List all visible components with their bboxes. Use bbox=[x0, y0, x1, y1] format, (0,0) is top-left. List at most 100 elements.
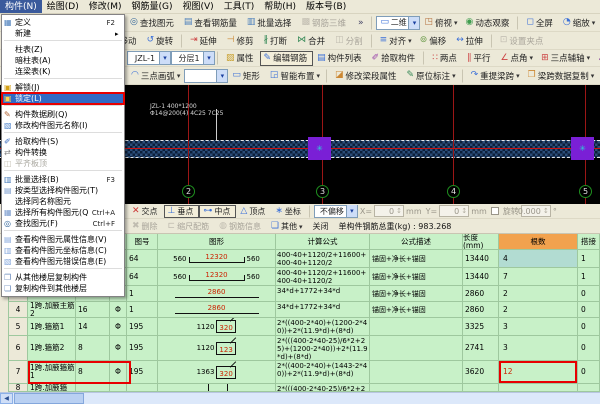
other-button[interactable]: ❏ 其他 bbox=[267, 220, 307, 233]
menubar-item-draw[interactable]: 绘图(D) bbox=[42, 0, 84, 13]
cell-count[interactable]: 3 bbox=[499, 318, 578, 336]
menubar-item-rebar-qty[interactable]: 钢筋量(G) bbox=[127, 0, 178, 13]
perpendicular-snap-button[interactable]: ⊥ 垂点 bbox=[163, 204, 200, 218]
span-data-copy-button[interactable]: ❐ 梁跨数据复制 bbox=[524, 68, 599, 83]
component-list-button[interactable]: ▤ 构件列表 bbox=[313, 51, 368, 66]
menu-item-column-table[interactable]: 柱表(Z) bbox=[2, 44, 124, 55]
close-panel-button[interactable]: 关闭 bbox=[307, 220, 335, 233]
menubar-item-view[interactable]: 视图(V) bbox=[178, 0, 219, 13]
rectangle-button[interactable]: ▭ 矩形 bbox=[228, 68, 266, 83]
menubar-item-version[interactable]: 版本号(B) bbox=[301, 0, 351, 13]
offset-button[interactable]: ⊚ 偏移 bbox=[416, 33, 453, 48]
cell-count[interactable]: 2 bbox=[499, 286, 578, 302]
table-row[interactable]: 8 1跨.加腋箍 2*(((400-2*40-25)/6*2+25)+ bbox=[8, 384, 600, 392]
menu-item-view-properties[interactable]: ▤ 查看构件图元属性信息(V) bbox=[2, 234, 124, 245]
trim-button[interactable]: ⊣ 修剪 bbox=[223, 33, 260, 48]
menu-item-new[interactable]: 新建 bbox=[2, 28, 124, 39]
split-button[interactable]: ◫ 分割 bbox=[331, 33, 369, 48]
rotate-button[interactable]: ↺ 旋转 bbox=[143, 33, 180, 48]
menu-item[interactable] bbox=[4, 268, 122, 271]
rotate-input[interactable]: 0.000 bbox=[518, 205, 551, 217]
scale-rebar-button[interactable]: ⊏ 缩尺配筋 bbox=[164, 220, 216, 233]
three-point-arc-button[interactable]: ◠ 三点画弧 bbox=[127, 68, 184, 83]
scrollbar-thumb[interactable] bbox=[14, 393, 84, 404]
extend-button[interactable]: ⇥ 延伸 bbox=[186, 33, 223, 48]
menu-item[interactable] bbox=[4, 40, 122, 43]
toolbar-button[interactable] bbox=[490, 33, 494, 48]
break-button[interactable]: ∦ 打断 bbox=[260, 33, 294, 48]
view-mode-combo[interactable]: ▭ 二维 bbox=[376, 15, 421, 30]
two-point-axis-button[interactable]: ∷ 两点 bbox=[428, 51, 463, 66]
menubar-item-modify[interactable]: 修改(M) bbox=[84, 0, 127, 13]
menu-item[interactable] bbox=[4, 230, 122, 233]
modify-beam-segment-button[interactable]: ◪ 修改梁段属性 bbox=[331, 68, 403, 83]
toolbar-button[interactable] bbox=[423, 51, 426, 65]
horizontal-scrollbar[interactable]: ◀ bbox=[0, 392, 600, 404]
menu-item-link-beam-table[interactable]: 连梁表(K) bbox=[2, 66, 124, 77]
cell-count[interactable]: 2 bbox=[499, 302, 578, 318]
scroll-left-button[interactable]: ◀ bbox=[0, 393, 13, 404]
snap-button[interactable] bbox=[308, 204, 312, 218]
menu-item-align-slab-top[interactable]: ◫ 平齐板顶 bbox=[2, 158, 124, 169]
set-grip-button[interactable]: ⊡ 设置夹点 bbox=[496, 33, 550, 48]
menubar-item-tools[interactable]: 工具(T) bbox=[219, 0, 260, 13]
menu-item-view-errors[interactable]: ▧ 查看构件图元错误信息(E) bbox=[2, 256, 124, 267]
menubar-item-component[interactable]: 构件(N) bbox=[0, 0, 42, 13]
menu-item-unlock[interactable]: ▣ 解锁(J) bbox=[2, 82, 124, 93]
menu-item-select-same-name[interactable]: 选择同名称图元 bbox=[2, 196, 124, 207]
intersection-snap-button[interactable]: ✕ 交点 bbox=[128, 205, 164, 218]
offset-mode-combo[interactable]: 不偏移 bbox=[313, 204, 358, 218]
cell-count[interactable]: 3 bbox=[499, 336, 578, 361]
dynamic-observe-button[interactable]: ◉ 动态观察 bbox=[462, 15, 516, 30]
menu-item[interactable] bbox=[4, 170, 122, 173]
column-element[interactable]: ✳ bbox=[308, 137, 331, 160]
rebar-info-button[interactable]: ◍ 钢筋信息 bbox=[215, 220, 267, 233]
menu-item-pick-component[interactable]: ✐ 拾取构件(S) bbox=[2, 136, 124, 147]
menu-item-define[interactable]: ▦ 定义 F2 bbox=[2, 17, 124, 28]
edit-rebar-button[interactable]: ✎ 编辑钢筋 bbox=[259, 50, 314, 66]
pick-component-button[interactable]: ✐ 拾取构件 bbox=[368, 51, 422, 66]
toolbar-button[interactable] bbox=[371, 15, 374, 30]
menu-item-rename-element[interactable]: ▧ 修改构件图元名称(I) bbox=[2, 120, 124, 131]
fullscreen-button[interactable]: ◻ 全屏 bbox=[522, 15, 559, 30]
menu-item[interactable] bbox=[4, 78, 122, 81]
menu-item-view-coordinates[interactable]: ▥ 查看构件图元坐标信息(C) bbox=[2, 245, 124, 256]
table-row[interactable]: 7 1跨.加腋箍筋1 8 Φ 195 1363 320 2*((400-2*40… bbox=[8, 361, 600, 384]
point-angle-button[interactable]: ∠ 点角 bbox=[496, 51, 537, 66]
menu-item-batch-select[interactable]: ▥ 批量选择(B) F3 bbox=[2, 174, 124, 185]
axis-bubble[interactable]: 3 bbox=[316, 185, 329, 198]
zoom-button[interactable]: ◔ 缩放 bbox=[559, 15, 599, 30]
menu-item[interactable] bbox=[4, 105, 122, 108]
cell-count[interactable]: 12 bbox=[499, 361, 578, 384]
toolbar-button[interactable] bbox=[517, 15, 520, 30]
axis-bubble[interactable]: 5 bbox=[579, 185, 592, 198]
menu-item-lock[interactable]: ▣ 锁定(L) bbox=[1, 92, 125, 105]
midpoint-snap-button[interactable]: ⊶ 中点 bbox=[199, 204, 237, 218]
cell-count[interactable]: 7 bbox=[499, 268, 578, 286]
delete-rebar-button[interactable]: ✖ 删除 bbox=[128, 220, 164, 233]
smart-layout-button[interactable]: ◲ 智能布置 bbox=[266, 68, 324, 83]
table-row[interactable]: 4 1跨.加腋主筋2 16 Φ 1 2860 34*d+1772+34*d 锚固… bbox=[8, 302, 600, 318]
cell-count[interactable]: 4 bbox=[499, 250, 578, 268]
toolbar-overflow-chevron[interactable]: » bbox=[352, 15, 370, 30]
menu-item-convert[interactable]: ⇄ 构件转换 bbox=[2, 147, 124, 158]
properties-button[interactable]: ▨ 属性 bbox=[222, 51, 260, 66]
toolbar-button[interactable] bbox=[461, 68, 465, 83]
menu-item-copy-from-floor[interactable]: ❐ 从其他楼层复制构件 bbox=[2, 272, 124, 283]
table-row[interactable]: 6 1跨.箍筋2 8 Φ 195 1120 123 2*(((400-2*40-… bbox=[8, 336, 600, 361]
coordinate-snap-button[interactable]: ∗ 坐标 bbox=[271, 205, 307, 218]
menu-item-select-all[interactable]: ▦ 选择所有构件图元(Q) Ctrl+A bbox=[2, 207, 124, 218]
menu-item[interactable] bbox=[4, 132, 122, 135]
arc-value-combo[interactable] bbox=[184, 68, 229, 83]
batch-select-button[interactable]: ▥ 批量选择 bbox=[243, 15, 298, 30]
menu-item-find-element[interactable]: ◎ 查找图元(F) Ctrl+F bbox=[2, 218, 124, 229]
parallel-axis-button[interactable]: ∥ 平行 bbox=[463, 51, 497, 66]
menu-item-hidden-column-table[interactable]: 暗柱表(A) bbox=[2, 55, 124, 66]
rotate-checkbox[interactable] bbox=[490, 207, 499, 215]
in-situ-annotation-button[interactable]: ✎ 原位标注 bbox=[403, 68, 460, 83]
find-element-button[interactable]: ◎ 查找图元 bbox=[126, 15, 180, 30]
axis-bubble[interactable]: 2 bbox=[182, 185, 195, 198]
toolbar-button[interactable] bbox=[217, 51, 220, 65]
vertex-snap-button[interactable]: △ 顶点 bbox=[236, 205, 271, 218]
table-row[interactable]: 5 1跨.箍筋1 14 Φ 195 1120 320 2*((400-2*40)… bbox=[8, 318, 600, 336]
